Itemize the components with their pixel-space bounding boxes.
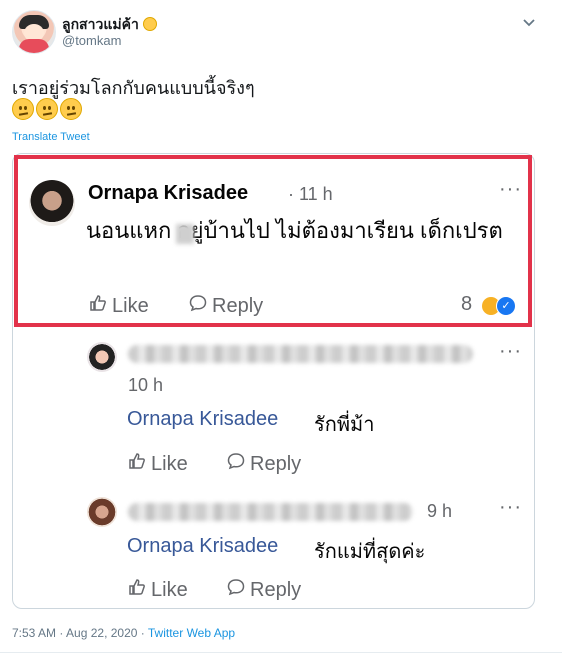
- thumbs-up-icon: [88, 293, 108, 319]
- reply-action: Reply: [226, 451, 301, 477]
- more-options-icon: ···: [499, 496, 522, 518]
- like-label: Like: [151, 452, 188, 475]
- reply-action: Reply: [226, 577, 301, 603]
- thumbs-up-icon: [127, 577, 147, 603]
- comment-time: 10 h: [128, 375, 164, 395]
- like-action: Like: [88, 293, 149, 319]
- commenter-name: Ornapa Krisadee: [88, 182, 249, 204]
- speech-bubble-icon: [226, 451, 246, 477]
- reaction-count: 8: [461, 293, 473, 315]
- more-options-icon: ···: [499, 340, 522, 362]
- confused-face-icon: [60, 98, 82, 120]
- blurred-commenter-name: [128, 345, 473, 363]
- reply-label: Reply: [250, 452, 302, 475]
- reply-label: Reply: [212, 294, 264, 317]
- comment-text: รักพี่ม้า: [314, 414, 375, 436]
- speech-bubble-icon: [226, 577, 246, 603]
- comment-time: · 11 h: [288, 184, 333, 204]
- translate-tweet-link[interactable]: Translate Tweet: [12, 131, 90, 143]
- divider: [0, 652, 562, 653]
- reply-label: Reply: [250, 578, 302, 601]
- commenter-avatar: [87, 497, 117, 527]
- smiling-face-icon: [142, 17, 157, 31]
- footer-separator: ·: [137, 626, 148, 640]
- commenter-avatar: [87, 342, 117, 372]
- tweet-footer: 7:53 AM · Aug 22, 2020 · Twitter Web App: [12, 626, 235, 640]
- commenter-avatar: [29, 180, 75, 226]
- tweet-timestamp[interactable]: 7:53 AM · Aug 22, 2020: [12, 626, 137, 640]
- censor-blur: [176, 224, 194, 244]
- confused-face-icon: [36, 98, 58, 120]
- tagged-name-link: Ornapa Krisadee: [127, 535, 279, 557]
- tweet-emoji-row: [12, 98, 82, 124]
- speech-bubble-icon: [188, 293, 208, 319]
- thumbs-up-icon: [127, 451, 147, 477]
- confused-face-icon: [12, 98, 34, 120]
- like-action: Like: [127, 451, 188, 477]
- chevron-down-icon[interactable]: [519, 12, 539, 32]
- like-label: Like: [112, 294, 149, 317]
- more-options-icon: ···: [499, 178, 522, 200]
- author-handle[interactable]: @tomkam: [62, 33, 121, 48]
- author-name-text: ลูกสาวแม่ค้า: [62, 16, 139, 32]
- comment-text: นอนแหก อยู่บ้านไป ไม่ต้องมาเรียน เด็กเปร…: [86, 218, 503, 243]
- like-reaction-icon: ✓: [496, 296, 516, 316]
- tagged-name-link: Ornapa Krisadee: [127, 408, 279, 430]
- like-action: Like: [127, 577, 188, 603]
- tweet-source-link[interactable]: Twitter Web App: [148, 626, 235, 640]
- comment-text: รักแม่ที่สุดค่ะ: [314, 541, 426, 563]
- like-label: Like: [151, 578, 188, 601]
- reply-action: Reply: [188, 293, 263, 319]
- comment-time: 9 h: [427, 501, 453, 521]
- blurred-commenter-name: [128, 503, 413, 521]
- author-avatar[interactable]: [12, 10, 56, 54]
